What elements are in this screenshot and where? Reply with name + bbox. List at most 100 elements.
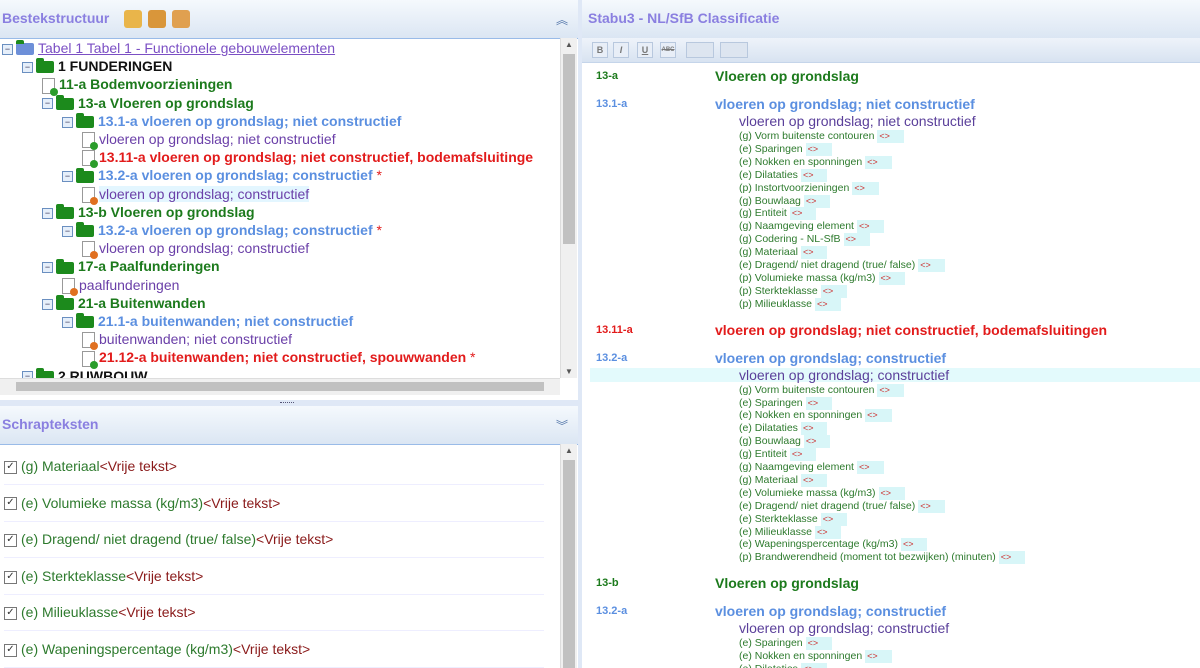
property-value-field[interactable]: <> — [878, 271, 906, 285]
section-heading[interactable]: vloeren op grondslag; constructief — [715, 603, 946, 619]
collapse-toggle-icon[interactable]: − — [2, 43, 13, 55]
highlight-color-button[interactable] — [720, 42, 748, 58]
tree-node[interactable]: − 13.2-a vloeren op grondslag; constructi… — [62, 221, 382, 239]
schrap-free-text[interactable]: <Vrije tekst> — [256, 531, 333, 547]
property-value-field[interactable]: <> — [877, 383, 904, 397]
section-heading[interactable]: Vloeren op grondslag — [715, 575, 859, 591]
collapse-toggle-icon[interactable]: − — [62, 116, 73, 128]
collapse-toggle-icon[interactable]: − — [22, 61, 33, 73]
property-value-field[interactable]: <> — [800, 246, 828, 260]
tree-node[interactable]: − 21-a Buitenwanden — [42, 294, 206, 312]
property-value-field[interactable]: <> — [843, 233, 871, 247]
tree-node-label[interactable]: vloeren op grondslag; niet constructief — [99, 131, 336, 147]
property-value-field[interactable]: <> — [856, 220, 884, 234]
collapse-toggle-icon[interactable]: − — [62, 171, 73, 183]
tree-node-label[interactable]: 1 FUNDERINGEN — [58, 58, 172, 74]
property-value-field[interactable]: <> — [803, 435, 831, 449]
property-value-field[interactable]: <> — [789, 207, 817, 221]
tree-node[interactable]: paalfunderingen — [62, 276, 179, 296]
property-value-field[interactable]: <> — [800, 473, 828, 487]
section-heading[interactable]: vloeren op grondslag; constructief — [715, 350, 946, 366]
tree-scroll-thumb[interactable] — [563, 54, 575, 244]
schrap-free-text[interactable]: <Vrije tekst> — [100, 458, 177, 474]
property-value-field[interactable]: <> — [814, 297, 842, 311]
property-value-field[interactable]: <> — [800, 422, 828, 436]
tree-node[interactable]: 11-a Bodemvoorzieningen — [42, 75, 232, 96]
property-value-field[interactable]: <> — [998, 551, 1026, 565]
section-subtitle[interactable]: vloeren op grondslag; constructief — [739, 620, 949, 636]
tree-node[interactable]: vloeren op grondslag; constructief — [82, 239, 309, 260]
remove-package-icon[interactable] — [172, 10, 190, 28]
tree-node-label[interactable]: buitenwanden; niet constructief — [99, 331, 292, 347]
tree-node-label[interactable]: 13-b Vloeren op grondslag — [78, 204, 255, 220]
tree-node-label[interactable]: 21.1-a buitenwanden; niet constructief — [98, 313, 353, 329]
property-value-field[interactable]: <> — [805, 396, 833, 410]
collapse-toggle-icon[interactable]: − — [42, 98, 53, 110]
section-heading[interactable]: Vloeren op grondslag — [715, 68, 859, 84]
section-subtitle[interactable]: vloeren op grondslag; niet constructief — [739, 113, 976, 129]
tree-node-label[interactable]: 2 RUWBOUW — [58, 368, 147, 378]
property-value-field[interactable]: <> — [852, 181, 879, 195]
schrap-free-text[interactable]: <Vrije tekst> — [126, 568, 203, 584]
collapse-up-icon[interactable]: ︽ — [556, 11, 568, 28]
tree-hscroll-thumb[interactable] — [16, 382, 544, 391]
tree-node-label[interactable]: 13.2-a vloeren op grondslag; constructie… — [98, 167, 373, 183]
schrap-checkbox[interactable]: ✓ — [4, 533, 17, 547]
tree-node[interactable]: − 2 RUWBOUW — [22, 367, 147, 378]
tree-node-label[interactable]: Tabel 1 Tabel 1 - Functionele gebouwelem… — [38, 40, 335, 56]
tree-node[interactable]: − 17-a Paalfunderingen — [42, 257, 220, 275]
property-value-field[interactable]: <> — [803, 194, 831, 208]
tree-node-label[interactable]: 13.1-a vloeren op grondslag; niet constr… — [98, 113, 401, 129]
property-value-field[interactable]: <> — [918, 259, 945, 272]
property-value-field[interactable]: <> — [814, 525, 842, 539]
collapse-down-icon[interactable]: ︾ — [556, 417, 568, 434]
collapse-toggle-icon[interactable]: − — [42, 207, 53, 219]
property-value-field[interactable]: <> — [918, 499, 945, 513]
property-value-field[interactable]: <> — [820, 284, 848, 298]
schrap-checkbox[interactable]: ✓ — [4, 497, 17, 511]
property-value-field[interactable]: <> — [900, 538, 928, 552]
property-value-field[interactable]: <> — [878, 486, 906, 500]
tree-node[interactable]: − 13.1-a vloeren op grondslag; niet const… — [62, 112, 401, 130]
scroll-up-arrow-icon[interactable]: ▲ — [561, 40, 577, 49]
schrap-checkbox[interactable]: ✓ — [4, 570, 17, 584]
tree-node[interactable]: − 13-b Vloeren op grondslag — [42, 203, 255, 221]
tree-node[interactable]: vloeren op grondslag; niet constructief — [82, 130, 336, 151]
add-package-icon[interactable] — [124, 10, 142, 28]
tree-node[interactable]: buitenwanden; niet constructief — [82, 330, 292, 351]
tree-node-label[interactable]: 13.11-a vloeren op grondslag; niet const… — [99, 149, 533, 165]
schrap-checkbox[interactable]: ✓ — [4, 643, 17, 657]
tree-node-label[interactable]: 13-a Vloeren op grondslag — [78, 95, 254, 111]
schrap-scroll-thumb[interactable] — [563, 460, 575, 668]
tree-vertical-scrollbar[interactable]: ▲ ▼ — [560, 38, 577, 378]
collapse-toggle-icon[interactable]: − — [62, 316, 73, 328]
schrap-checkbox[interactable]: ✓ — [4, 460, 17, 474]
package-icon[interactable] — [148, 10, 166, 28]
property-value-field[interactable]: <> — [820, 512, 848, 526]
schrap-free-text[interactable]: <Vrije tekst> — [118, 604, 195, 620]
property-value-field[interactable]: <> — [805, 142, 833, 156]
property-value-field[interactable]: <> — [865, 650, 892, 664]
tree-node-label[interactable]: vloeren op grondslag; constructief — [99, 185, 310, 202]
tree-node[interactable]: − 21.1-a buitenwanden; niet constructief — [62, 312, 353, 330]
strikethrough-button[interactable]: ABC — [660, 42, 676, 58]
tree-horizontal-scrollbar[interactable] — [0, 378, 560, 395]
property-value-field[interactable]: <> — [789, 448, 817, 462]
tree-node[interactable]: − Tabel 1 Tabel 1 - Functionele gebouwele… — [2, 39, 335, 57]
tree-node-label[interactable]: 21.12-a buitenwanden; niet constructief,… — [99, 349, 466, 365]
tree-node[interactable]: 21.12-a buitenwanden; niet constructief,… — [82, 348, 476, 369]
font-color-button[interactable] — [686, 42, 714, 58]
tree-node[interactable]: 13.11-a vloeren op grondslag; niet const… — [82, 148, 533, 169]
tree-node[interactable]: vloeren op grondslag; constructief — [82, 185, 310, 205]
collapse-toggle-icon[interactable]: − — [42, 298, 53, 310]
tree-node-label[interactable]: 11-a Bodemvoorzieningen — [59, 76, 232, 92]
collapse-toggle-icon[interactable]: − — [42, 262, 53, 274]
tree-node-label[interactable]: 21-a Buitenwanden — [78, 295, 206, 311]
tree-node[interactable]: − 1 FUNDERINGEN — [22, 57, 172, 75]
property-value-field[interactable]: <> — [800, 168, 828, 182]
tree-node-label[interactable]: 17-a Paalfunderingen — [78, 258, 220, 274]
property-value-field[interactable]: <> — [856, 461, 884, 474]
property-value-field[interactable]: <> — [805, 637, 833, 651]
schrap-checkbox[interactable]: ✓ — [4, 607, 17, 621]
collapse-toggle-icon[interactable]: − — [62, 225, 73, 237]
